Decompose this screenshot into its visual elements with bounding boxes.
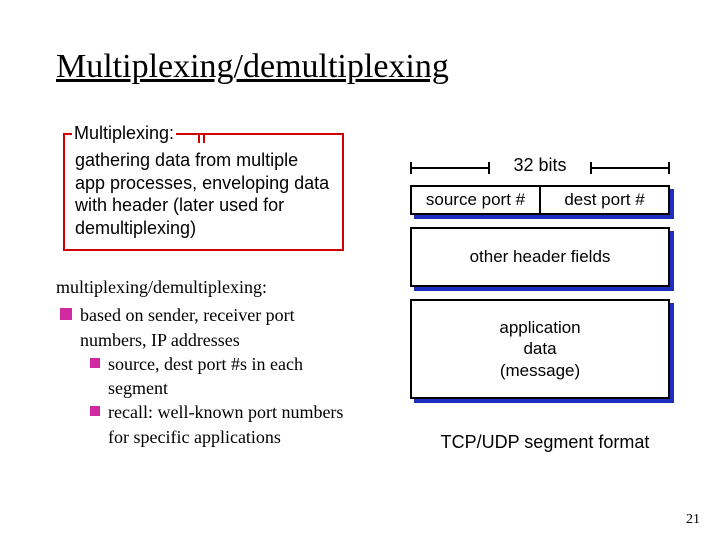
bullet-block: multiplexing/demultiplexing: based on se… — [56, 275, 356, 449]
bullet-text: source, dest port #s in each segment — [108, 352, 356, 401]
bullet-text: based on sender, receiver port numbers, … — [80, 303, 356, 352]
dest-port-cell: dest port # — [541, 185, 670, 215]
extent-arrow-icon — [590, 167, 670, 169]
square-bullet-icon — [60, 308, 72, 320]
bits-width-row: 32 bits — [410, 155, 670, 179]
page-number: 21 — [686, 512, 700, 528]
list-item: recall: well-known port numbers for spec… — [56, 400, 356, 449]
multiplexing-definition-box: gathering data from multiple app process… — [63, 133, 344, 251]
application-data-row: application data (message) — [410, 299, 670, 399]
bits-label: 32 bits — [513, 155, 566, 175]
square-bullet-icon — [90, 406, 100, 416]
bullet-text: recall: well-known port numbers for spec… — [108, 400, 356, 449]
list-item: based on sender, receiver port numbers, … — [56, 303, 356, 352]
diagram-caption: TCP/UDP segment format — [400, 432, 690, 453]
legend-tick-icon — [203, 133, 205, 143]
application-data-cell: application data (message) — [410, 299, 670, 399]
square-bullet-icon — [90, 358, 100, 368]
multiplexing-definition-text: gathering data from multiple app process… — [75, 149, 332, 239]
segment-diagram: 32 bits source port # dest port # other … — [410, 155, 670, 399]
ports-row: source port # dest port # — [410, 185, 670, 215]
legend-tick-icon — [198, 133, 200, 143]
bullet-lead: multiplexing/demultiplexing: — [56, 275, 356, 299]
multiplexing-legend: Multiplexing: — [72, 123, 176, 144]
other-header-row: other header fields — [410, 227, 670, 287]
slide-title: Multiplexing/demultiplexing — [56, 48, 449, 86]
list-item: source, dest port #s in each segment — [56, 352, 356, 401]
other-header-cell: other header fields — [410, 227, 670, 287]
source-port-cell: source port # — [410, 185, 541, 215]
extent-arrow-icon — [410, 167, 490, 169]
